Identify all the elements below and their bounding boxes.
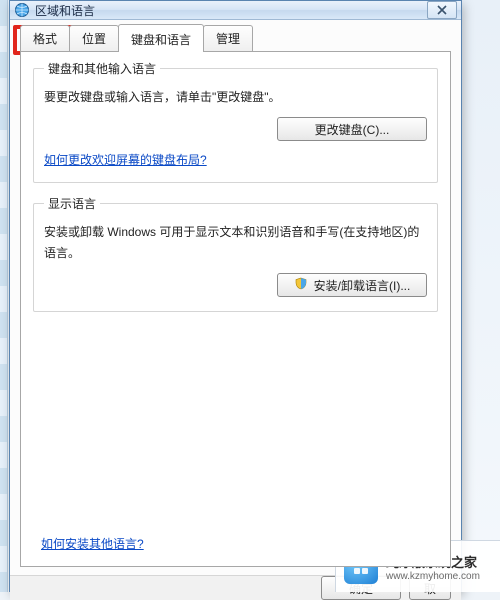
titlebar: 区域和语言 bbox=[10, 1, 461, 20]
close-button[interactable] bbox=[427, 1, 457, 19]
change-keyboard-button[interactable]: 更改键盘(C)... bbox=[277, 117, 427, 141]
tab-administrative[interactable]: 管理 bbox=[203, 25, 253, 51]
group-keyboards-legend: 键盘和其他输入语言 bbox=[44, 60, 160, 77]
group-display-language: 显示语言 安装或卸载 Windows 可用于显示文本和识别语音和手写(在支持地区… bbox=[33, 195, 438, 312]
window-title: 区域和语言 bbox=[35, 2, 427, 19]
tab-formats[interactable]: 格式 bbox=[20, 25, 70, 51]
install-uninstall-languages-button[interactable]: 安装/卸载语言(I)... bbox=[277, 273, 427, 297]
globe-icon bbox=[14, 2, 30, 18]
watermark-url: www.kzmyhome.com bbox=[386, 571, 480, 582]
install-uninstall-languages-label: 安装/卸载语言(I)... bbox=[314, 277, 411, 294]
change-keyboard-desc: 要更改键盘或输入语言，请单击"更改键盘"。 bbox=[44, 87, 427, 107]
group-display-language-legend: 显示语言 bbox=[44, 195, 100, 212]
tab-body: 键盘和其他输入语言 要更改键盘或输入语言，请单击"更改键盘"。 更改键盘(C).… bbox=[20, 51, 451, 567]
tab-location[interactable]: 位置 bbox=[69, 25, 119, 51]
tab-keyboards-languages[interactable]: 键盘和语言 bbox=[118, 24, 204, 52]
display-language-desc: 安装或卸载 Windows 可用于显示文本和识别语音和手写(在支持地区)的语言。 bbox=[44, 222, 427, 263]
group-keyboards: 键盘和其他输入语言 要更改键盘或输入语言，请单击"更改键盘"。 更改键盘(C).… bbox=[33, 60, 438, 183]
shield-icon bbox=[294, 277, 308, 294]
welcome-screen-keyboard-link[interactable]: 如何更改欢迎屏幕的键盘布局? bbox=[44, 151, 207, 168]
tabstrip: 格式 位置 键盘和语言 管理 bbox=[20, 27, 451, 51]
how-to-install-languages-link[interactable]: 如何安装其他语言? bbox=[41, 535, 144, 552]
region-language-dialog: 区域和语言 格式 位置 键盘和语言 管理 键盘和其他输入语言 要更改键盘或输入语… bbox=[9, 0, 462, 592]
close-icon bbox=[437, 5, 447, 15]
